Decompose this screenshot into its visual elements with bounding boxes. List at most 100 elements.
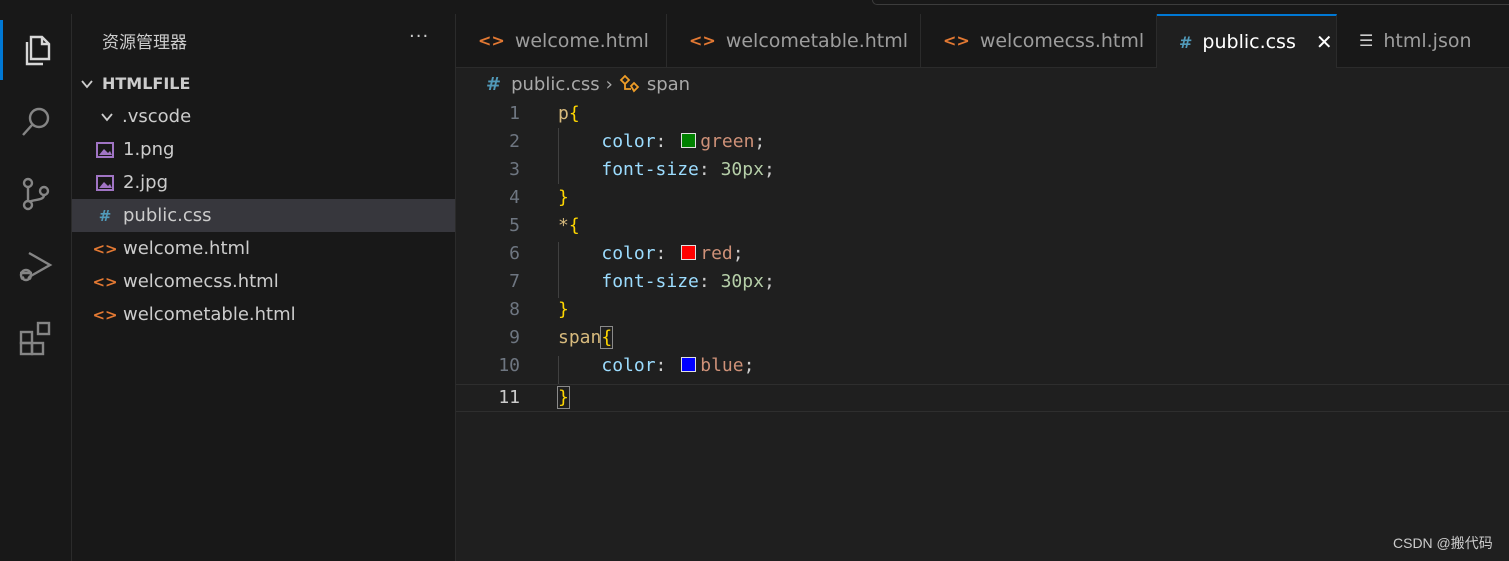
css-value: 30px	[720, 159, 764, 180]
activity-source-control[interactable]	[0, 164, 71, 224]
color-swatch[interactable]	[681, 133, 697, 148]
line-number: 4	[509, 187, 520, 208]
line-number: 8	[509, 299, 520, 320]
css-property: color	[601, 131, 656, 152]
html-icon: <>	[689, 31, 716, 50]
tab-label: public.css	[1202, 31, 1296, 53]
color-swatch[interactable]	[681, 357, 697, 372]
css-value: red	[700, 243, 733, 264]
tree-item-label: 2.jpg	[123, 172, 169, 193]
breadcrumb-symbol[interactable]: span	[647, 74, 690, 95]
title-bar	[0, 0, 1509, 14]
close-brace: }	[558, 299, 569, 320]
folder-htmlfile[interactable]: HTMLFILE	[72, 67, 455, 100]
close-icon[interactable]: ✕	[1316, 30, 1333, 54]
code-line[interactable]: 6 color: red;	[456, 240, 1509, 268]
chevron-down-icon	[101, 112, 113, 121]
tree-item-label: welcomecss.html	[123, 271, 279, 292]
html-icon: <>	[943, 31, 970, 50]
breadcrumb-file[interactable]: public.css	[511, 74, 600, 95]
css-value: green	[700, 131, 755, 152]
code-line-current[interactable]: 11 }	[456, 384, 1509, 412]
tree-item-welcometable-html[interactable]: <> welcometable.html	[72, 298, 455, 331]
css-value: 30px	[720, 271, 764, 292]
tree-item-vscode[interactable]: .vscode	[72, 100, 455, 133]
tree-item-public-css[interactable]: # public.css	[72, 199, 455, 232]
html-file-icon: <>	[92, 272, 118, 291]
tree-item-welcome-html[interactable]: <> welcome.html	[72, 232, 455, 265]
activity-explorer[interactable]	[0, 20, 71, 80]
code-line[interactable]: 8 }	[456, 296, 1509, 324]
files-icon	[25, 35, 50, 66]
css-selector: p	[558, 103, 569, 124]
css-selector: span	[558, 327, 602, 348]
css-selector: *	[558, 215, 569, 236]
css-icon: #	[486, 73, 502, 95]
tab-html-json[interactable]: ☰ html.json	[1337, 14, 1509, 67]
code-line[interactable]: 9 span{	[456, 324, 1509, 352]
close-brace: }	[557, 386, 570, 409]
breadcrumb: # public.css › span	[486, 70, 690, 98]
code-line[interactable]: 1 p{	[456, 100, 1509, 128]
html-icon: <>	[478, 31, 505, 50]
line-number: 9	[509, 327, 520, 348]
explorer-sidebar: 资源管理器 ··· HTMLFILE .vscode 1.png 2.jpg #…	[72, 14, 456, 561]
open-brace: {	[568, 103, 580, 124]
line-number: 2	[509, 131, 520, 152]
editor-tabs: <> welcome.html <> welcometable.html <> …	[456, 14, 1509, 68]
watermark: CSDN @搬代码	[1393, 535, 1493, 551]
line-number: 11	[498, 387, 520, 408]
activity-run-debug[interactable]	[0, 236, 71, 296]
tab-welcome-html[interactable]: <> welcome.html	[456, 14, 667, 67]
code-line[interactable]: 4 }	[456, 184, 1509, 212]
tab-label: welcomecss.html	[979, 29, 1145, 52]
tab-welcometable-html[interactable]: <> welcometable.html	[667, 14, 921, 67]
chevron-right-icon: ›	[605, 73, 613, 95]
html-file-icon: <>	[92, 305, 118, 324]
tree-item-label: welcometable.html	[123, 304, 296, 325]
image-file-icon	[94, 141, 116, 158]
code-editor[interactable]: 1 p{ 2 color: green; 3 font-size: 30px; …	[456, 100, 1509, 561]
explorer-title: 资源管理器	[102, 33, 187, 53]
run-debug-icon	[19, 251, 52, 282]
activity-extensions[interactable]	[0, 308, 71, 368]
tab-label: welcometable.html	[725, 29, 909, 52]
tree-item-welcomecss-html[interactable]: <> welcomecss.html	[72, 265, 455, 298]
tab-label: welcome.html	[514, 29, 649, 52]
code-line[interactable]: 3 font-size: 30px;	[456, 156, 1509, 184]
color-swatch[interactable]	[681, 245, 697, 260]
tab-welcomecss-html[interactable]: <> welcomecss.html	[921, 14, 1157, 67]
code-line[interactable]: 5 *{	[456, 212, 1509, 240]
tree-item-1png[interactable]: 1.png	[72, 133, 455, 166]
code-line[interactable]: 10 color: blue;	[456, 352, 1509, 380]
line-number: 10	[498, 355, 520, 376]
line-number: 1	[509, 103, 520, 124]
activity-search[interactable]	[0, 92, 71, 152]
code-line[interactable]: 7 font-size: 30px;	[456, 268, 1509, 296]
tab-label: html.json	[1383, 29, 1472, 52]
activity-bar	[0, 14, 72, 561]
tree-item-label: 1.png	[123, 139, 175, 160]
code-line[interactable]: 2 color: green;	[456, 128, 1509, 156]
command-center-edge[interactable]	[872, 0, 1509, 5]
line-number: 7	[509, 271, 520, 292]
line-number: 5	[509, 215, 520, 236]
extensions-icon	[19, 321, 50, 356]
folder-label: HTMLFILE	[102, 74, 191, 93]
search-icon	[21, 107, 49, 136]
tree-item-label: welcome.html	[123, 238, 251, 259]
line-number: 3	[509, 159, 520, 180]
tree-item-label: .vscode	[122, 106, 192, 127]
css-value: blue	[700, 355, 744, 376]
tab-public-css[interactable]: # public.css ✕	[1157, 14, 1337, 68]
css-property: font-size	[601, 159, 699, 180]
css-file-icon: #	[98, 206, 112, 225]
more-actions-icon[interactable]: ···	[409, 26, 429, 47]
css-property: color	[601, 355, 656, 376]
tree-item-2jpg[interactable]: 2.jpg	[72, 166, 455, 199]
tree-item-label: public.css	[123, 205, 212, 226]
css-property: font-size	[601, 271, 699, 292]
css-property: color	[601, 243, 656, 264]
line-number: 6	[509, 243, 520, 264]
open-brace: {	[600, 326, 614, 349]
